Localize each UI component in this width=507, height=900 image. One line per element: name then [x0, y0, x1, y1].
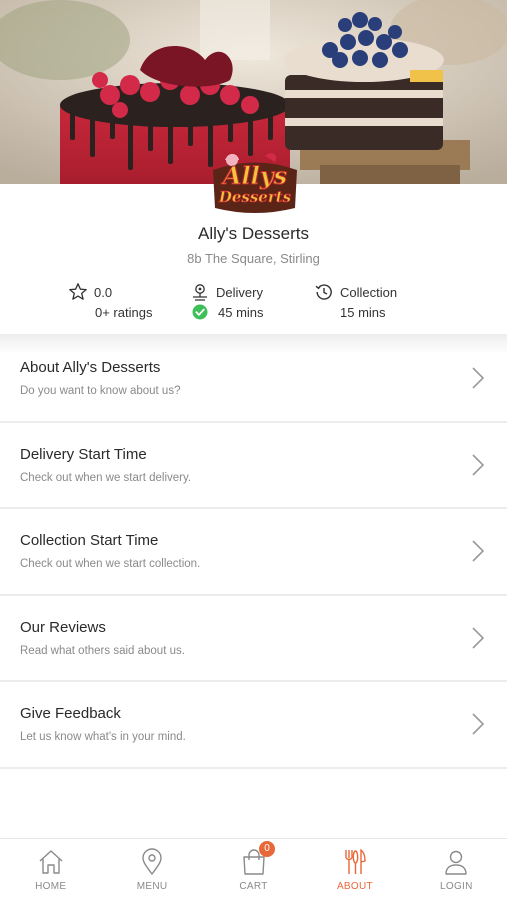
list-item-desc: Check out when we start collection. [20, 558, 201, 570]
delivery-stat: Delivery [190, 282, 263, 302]
list-item-title: Collection Start Time [20, 532, 159, 549]
star-icon [68, 282, 88, 302]
chevron-right-icon [471, 712, 485, 736]
rating-count: 0+ ratings [95, 305, 153, 320]
list-item-collection-start[interactable]: Collection Start Time Check out when we … [0, 509, 507, 596]
cart-count-badge: 0 [259, 841, 275, 857]
chevron-right-icon [471, 626, 485, 650]
nav-login-label: LOGIN [440, 881, 473, 892]
map-pin-icon [137, 847, 167, 877]
collection-label: Collection [340, 284, 398, 300]
restaurant-address: 8b The Square, Stirling [187, 251, 320, 266]
list-item-desc: Do you want to know about us? [20, 385, 181, 397]
check-circle-icon [192, 304, 208, 320]
list-item-title: Delivery Start Time [20, 445, 147, 463]
collection-time: 15 mins [340, 305, 386, 320]
nav-home-label: HOME [35, 881, 67, 892]
list-item-title: Our Reviews [20, 618, 106, 636]
nav-login[interactable]: LOGIN [406, 839, 507, 900]
list-item-desc: Read what others said about us. [20, 644, 185, 657]
restaurant-name: Ally's Desserts [198, 224, 309, 243]
chevron-right-icon [471, 539, 485, 563]
nav-cart[interactable]: CART [203, 839, 304, 900]
user-icon [441, 847, 471, 877]
list-item-title: About Ally's Desserts [20, 359, 161, 376]
list-item-feedback[interactable]: Give Feedback Let us know what's in your… [0, 682, 507, 769]
nav-home[interactable]: HOME [0, 839, 101, 900]
collection-stat: Collection [314, 282, 397, 302]
list-item-reviews[interactable]: Our Reviews Read what others said about … [0, 596, 507, 682]
rating-stat: 0.0 [68, 282, 112, 302]
list-item-desc: Let us know what's in your mind. [20, 731, 186, 743]
home-icon [36, 847, 66, 877]
rating-value: 0.0 [94, 284, 113, 300]
nav-about-label: ABOUT [336, 881, 373, 892]
clock-history-icon [314, 282, 334, 302]
logo-text-allys: Allys [221, 161, 288, 190]
list-item-delivery-start[interactable]: Delivery Start Time Check out when we st… [0, 423, 507, 509]
list-item-title: Give Feedback [20, 705, 121, 722]
delivery-pin-icon [190, 282, 210, 302]
fork-knife-icon [340, 847, 370, 877]
chevron-right-icon [471, 453, 485, 477]
chevron-right-icon [471, 366, 485, 390]
info-list: About Ally's Desserts Do you want to kno… [0, 336, 507, 769]
restaurant-logo: Allys Desserts [205, 150, 305, 216]
nav-menu-label: MENU [136, 881, 168, 892]
nav-about[interactable]: ABOUT [304, 839, 405, 900]
nav-menu[interactable]: MENU [101, 839, 202, 900]
list-item-desc: Check out when we start delivery. [20, 471, 192, 484]
delivery-time: 45 mins [218, 304, 264, 320]
nav-cart-label: CART [239, 881, 268, 892]
delivery-time-row: 45 mins [192, 304, 264, 320]
list-item-about[interactable]: About Ally's Desserts Do you want to kno… [0, 336, 507, 423]
logo-text-desserts: Desserts [218, 188, 292, 206]
delivery-label: Delivery [216, 284, 263, 300]
bottom-nav: HOME MENU CART ABOUT LOGIN [0, 838, 507, 900]
